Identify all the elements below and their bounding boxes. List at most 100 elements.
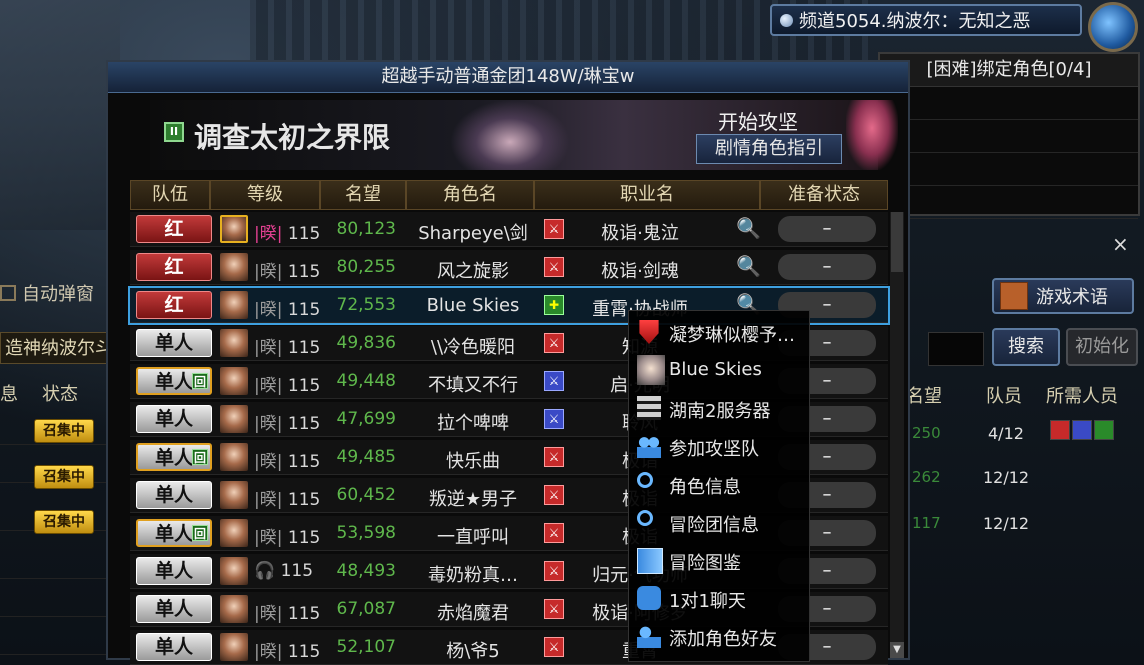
fame-value: 49,448	[336, 371, 396, 391]
level-cell: |暌| 115	[254, 485, 320, 510]
recruiting-badge: 召集中	[34, 465, 94, 489]
team-badge[interactable]: 单人回	[136, 443, 212, 471]
context-menu-item[interactable]: 参加攻坚队	[629, 427, 809, 465]
character-name: 毒奶粉真…	[428, 565, 518, 586]
shield-icon	[639, 320, 659, 344]
story-guide-button[interactable]: 剧情角色指引	[696, 134, 842, 164]
team-badge[interactable]: 单人回	[136, 367, 212, 395]
party-name-field[interactable]: 造神纳波尔斗	[0, 332, 120, 364]
rank-icon: |暌|	[254, 224, 283, 244]
buffer-job-icon	[1072, 420, 1092, 440]
pause-icon[interactable]: II	[164, 122, 184, 142]
context-menu-item[interactable]: 角色信息	[629, 465, 809, 503]
team-badge[interactable]: 单人	[136, 481, 212, 509]
dungeon-name: 调查太初之界限	[194, 121, 391, 154]
character-avatar	[220, 443, 248, 471]
team-badge[interactable]: 单人	[136, 595, 212, 623]
context-menu-label: 湖南2服务器	[669, 401, 771, 422]
auto-popup-checkbox[interactable]	[0, 285, 16, 301]
fame-value: 60,452	[336, 485, 396, 505]
context-menu-item[interactable]: 冒险图鉴	[629, 541, 809, 579]
header-ready-status: 准备状态	[760, 180, 888, 210]
team-label: 单人	[154, 447, 193, 469]
character-name: 叛逆★男子	[428, 489, 518, 510]
scrollbar-thumb[interactable]	[891, 212, 903, 272]
character-name: Sharpeye\剑	[418, 223, 528, 244]
team-badge[interactable]: 单人	[136, 633, 212, 661]
return-player-icon: 回	[192, 525, 208, 541]
world-globe-icon[interactable]	[1088, 2, 1138, 52]
search-button[interactable]: 搜索	[992, 328, 1060, 366]
context-menu-item[interactable]: 1对1聊天	[629, 579, 809, 617]
context-menu-item[interactable]: 添加角色好友	[629, 617, 809, 655]
rank-icon: |暌|	[254, 490, 283, 510]
character-name: 风之旋影	[437, 261, 509, 282]
team-badge[interactable]: 红	[136, 291, 212, 319]
bound-character-slot	[880, 153, 1138, 186]
game-terms-button[interactable]: 游戏术语	[992, 278, 1134, 314]
table-scrollbar[interactable]: ▼	[890, 212, 904, 658]
inspect-magnifier-icon[interactable]: 🔍	[736, 254, 761, 278]
character-name: 快乐曲	[446, 451, 500, 472]
rank-icon: |暌|	[254, 604, 283, 624]
col-header-info: 息	[0, 384, 18, 405]
context-menu-label: 添加角色好友	[669, 629, 777, 650]
team-badge[interactable]: 红	[136, 253, 212, 281]
fame-fragment: 250	[912, 424, 941, 442]
col-header-needed: 所需人员	[1046, 386, 1118, 407]
scroll-down-icon[interactable]: ▼	[890, 642, 904, 658]
team-icon	[637, 434, 661, 458]
level-cell: |暌| 115	[254, 333, 320, 358]
level-cell: |暌| 115	[254, 257, 320, 282]
rank-icon: |暌|	[254, 300, 283, 320]
character-name: 一直呼叫	[437, 527, 509, 548]
window-title: 超越手动普通金团148W/琳宝w	[108, 62, 908, 93]
level-cell: |暌| 115	[254, 447, 320, 472]
magnifier-icon	[637, 510, 653, 526]
team-label: 红	[164, 218, 184, 240]
rank-icon: |暌|	[254, 414, 283, 434]
context-menu-label: 1对1聊天	[669, 591, 746, 612]
fame-value: 47,699	[336, 409, 396, 429]
team-label: 单人	[154, 598, 193, 620]
context-menu-item[interactable]: 冒险团信息	[629, 503, 809, 541]
start-raid-label[interactable]: 开始攻坚	[718, 106, 798, 135]
add-friend-icon	[637, 624, 661, 648]
character-avatar	[220, 595, 248, 623]
inspect-magnifier-icon[interactable]: 🔍	[736, 216, 761, 240]
server-icon	[637, 396, 661, 420]
members-count: 12/12	[983, 468, 1030, 487]
context-menu-item[interactable]: 凝梦琳似樱予…	[629, 313, 809, 351]
buffer-job-icon: ⚔	[544, 409, 564, 429]
reset-button[interactable]: 初始化	[1066, 328, 1138, 366]
table-row[interactable]: 红 |暌| 115 80,255 风之旋影 ⚔ 极诣·剑魂 🔍 –	[130, 250, 888, 285]
character-name: 不填又不行	[428, 375, 518, 396]
level-cell: |暌| 115	[254, 295, 320, 320]
character-avatar	[220, 405, 248, 433]
support-job-icon: ✚	[544, 295, 564, 315]
attacker-job-icon: ⚔	[544, 485, 564, 505]
character-name: 赤焰魔君	[437, 603, 509, 624]
banner-character-art	[450, 100, 570, 170]
context-menu-item[interactable]: Blue Skies	[629, 351, 809, 389]
fame-value: 80,255	[336, 257, 396, 277]
team-badge[interactable]: 单人	[136, 557, 212, 585]
context-menu-item[interactable]: 湖南2服务器	[629, 389, 809, 427]
ready-status: –	[778, 216, 876, 242]
return-player-icon: 回	[192, 449, 208, 465]
team-label: 单人	[154, 408, 193, 430]
team-badge[interactable]: 单人回	[136, 519, 212, 547]
team-badge[interactable]: 红	[136, 215, 212, 243]
character-name: \\冷色暖阳	[430, 337, 516, 358]
close-icon[interactable]: ×	[1112, 232, 1129, 256]
channel-bar[interactable]: 频道5054.纳波尔：无知之恶	[770, 4, 1082, 36]
fame-value: 80,123	[336, 219, 396, 239]
team-label: 红	[164, 256, 184, 278]
bound-characters-panel: [困难]绑定角色[0/4]	[878, 52, 1140, 219]
level-cell: |暌| 115	[254, 523, 320, 548]
table-row[interactable]: 红 |暌| 115 80,123 Sharpeye\剑 ⚔ 极诣·鬼泣 🔍 –	[130, 212, 888, 247]
search-input[interactable]	[928, 332, 984, 366]
recruiting-badge: 召集中	[34, 510, 94, 534]
team-badge[interactable]: 单人	[136, 405, 212, 433]
team-badge[interactable]: 单人	[136, 329, 212, 357]
